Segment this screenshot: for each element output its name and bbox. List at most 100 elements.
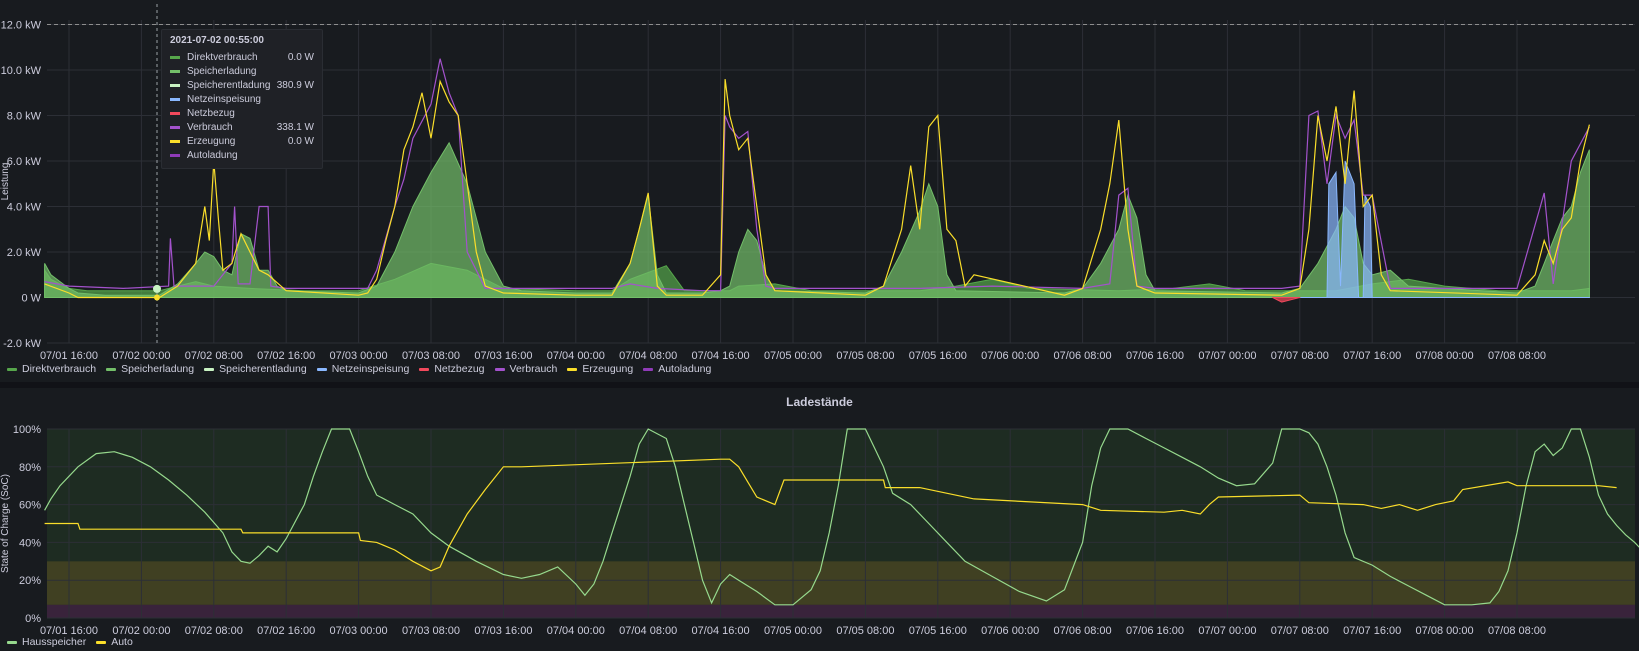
- threshold-band: [47, 429, 1635, 562]
- x-tick-label: 07/04 16:00: [692, 625, 750, 637]
- x-tick-label: 07/02 08:00: [185, 625, 243, 637]
- legend-label: Direktverbrauch: [22, 363, 97, 375]
- legend-item-speicherentladung[interactable]: Speicherentladung: [204, 363, 307, 375]
- x-tick-label: 07/06 00:00: [981, 350, 1039, 362]
- power-panel: 12.0 kW 10.0 kW 8.0 kW 6.0 kW 4.0 kW 2.0 kW 0 …: [0, 0, 1639, 382]
- tooltip-series-value: 338.1 W: [276, 121, 314, 133]
- y-tick-label: 10.0 kW: [1, 65, 42, 77]
- legend-swatch: [7, 367, 17, 371]
- tooltip-swatch: [170, 55, 180, 59]
- tooltip-row: Direktverbrauch 0.0 W: [170, 50, 314, 64]
- power-legend: Direktverbrauch Speicherladung Speicherent…: [7, 363, 711, 375]
- x-tick-label: 07/02 16:00: [257, 625, 315, 637]
- x-tick-label: 07/05 00:00: [764, 625, 822, 637]
- legend-label: Autoladung: [658, 363, 712, 375]
- threshold-band: [47, 561, 1635, 605]
- y-tick-label: 20%: [19, 575, 41, 587]
- tooltip-time: 2021-07-02 00:55:00: [170, 35, 264, 46]
- tooltip-swatch: [170, 125, 180, 129]
- tooltip-row: Verbrauch 338.1 W: [170, 120, 314, 134]
- series-netzbezug-area: [1272, 296, 1301, 303]
- tooltip-series-value: 0.0 W: [287, 135, 314, 147]
- legend-item-auto[interactable]: Auto: [96, 636, 133, 648]
- y-axis-title: State of Charge (SoC): [0, 474, 11, 573]
- soc-chart[interactable]: 100%80%60%40%20%0%07/01 16:00 07/02 00:00…: [0, 388, 1639, 651]
- tooltip-swatch: [170, 111, 180, 115]
- legend-item-verbrauch[interactable]: Verbrauch: [494, 363, 558, 375]
- y-tick-label: 0%: [25, 613, 41, 625]
- legend-label: Speicherentladung: [219, 363, 307, 375]
- x-tick-label: 07/07 08:00: [1271, 350, 1329, 362]
- tooltip-series-name: Autoladung: [187, 149, 238, 161]
- legend-label: Auto: [111, 636, 133, 648]
- y-tick-label: 60%: [19, 500, 41, 512]
- x-tick-label: 07/08 00:00: [1416, 625, 1474, 637]
- y-tick-label: 100%: [13, 424, 41, 436]
- legend-swatch: [7, 640, 17, 644]
- tooltip-swatch: [170, 97, 180, 101]
- tooltip-swatch: [170, 69, 180, 73]
- y-tick-label: 2.0 kW: [7, 247, 42, 259]
- legend-item-netzeinspeisung[interactable]: Netzeinspeisung: [316, 363, 410, 375]
- x-tick-label: 07/06 08:00: [1054, 625, 1112, 637]
- legend-swatch: [494, 367, 505, 371]
- x-tick-label: 07/03 16:00: [474, 350, 532, 362]
- x-tick-label: 07/03 00:00: [330, 350, 388, 362]
- hover-point: [153, 284, 161, 293]
- legend-item-direktverbrauch[interactable]: Direktverbrauch: [7, 363, 96, 375]
- y-tick-label: 0 W: [21, 293, 41, 305]
- x-tick-label: 07/03 08:00: [402, 350, 460, 362]
- tooltip-row: Speicherentladung 380.9 W: [170, 78, 314, 92]
- x-tick-label: 07/08 08:00: [1488, 350, 1546, 362]
- x-tick-label: 07/05 00:00: [764, 350, 822, 362]
- x-tick-label: 07/06 16:00: [1126, 625, 1184, 637]
- tooltip-row: Netzeinspeisung: [170, 92, 314, 106]
- legend-item-netzbezug[interactable]: Netzbezug: [419, 363, 485, 375]
- x-tick-label: 07/06 16:00: [1126, 350, 1184, 362]
- x-tick-label: 07/07 08:00: [1271, 625, 1329, 637]
- tooltip-row: Erzeugung 0.0 W: [170, 134, 314, 148]
- x-tick-label: 07/03 16:00: [474, 625, 532, 637]
- threshold-band: [47, 604, 1635, 618]
- legend-label: Netzeinspeisung: [331, 363, 410, 375]
- legend-swatch: [204, 367, 215, 371]
- y-tick-label: 12.0 kW: [1, 20, 42, 32]
- legend-swatch: [96, 640, 107, 644]
- tooltip-row: Netzbezug: [170, 106, 314, 120]
- x-tick-label: 07/03 00:00: [330, 625, 388, 637]
- x-tick-label: 07/01 16:00: [40, 350, 98, 362]
- legend-swatch: [567, 367, 578, 371]
- legend-item-autoladung[interactable]: Autoladung: [643, 363, 711, 375]
- tooltip-series-name: Speicherentladung: [187, 79, 271, 91]
- x-tick-label: 07/05 08:00: [836, 350, 894, 362]
- x-tick-label: 07/04 08:00: [619, 350, 677, 362]
- chart-tooltip: 2021-07-02 00:55:00 Direktverbrauch 0.0 W…: [161, 29, 323, 169]
- y-tick-label: 40%: [19, 537, 41, 549]
- x-tick-label: 07/03 08:00: [402, 625, 460, 637]
- tooltip-series-name: Netzeinspeisung: [187, 93, 261, 105]
- y-tick-label: 4.0 kW: [7, 202, 42, 214]
- x-tick-label: 07/06 08:00: [1054, 350, 1112, 362]
- legend-label: Verbrauch: [509, 363, 558, 375]
- legend-swatch: [316, 367, 327, 371]
- x-tick-label: 07/04 08:00: [619, 625, 677, 637]
- y-tick-label: -2.0 kW: [3, 338, 42, 350]
- legend-label: Netzbezug: [434, 363, 485, 375]
- tooltip-swatch: [170, 153, 180, 157]
- legend-item-erzeugung[interactable]: Erzeugung: [567, 363, 633, 375]
- y-axis-title: Leistung: [0, 163, 11, 201]
- x-tick-label: 07/04 16:00: [692, 350, 750, 362]
- x-tick-label: 07/02 00:00: [112, 350, 170, 362]
- hover-point: [154, 294, 160, 301]
- x-tick-label: 07/02 08:00: [185, 350, 243, 362]
- legend-item-hausspeicher[interactable]: Hausspeicher: [7, 636, 86, 648]
- tooltip-swatch: [170, 83, 180, 87]
- x-tick-label: 07/06 00:00: [981, 625, 1039, 637]
- legend-swatch: [643, 367, 654, 371]
- legend-label: Speicherladung: [121, 363, 195, 375]
- tooltip-series-name: Verbrauch: [187, 121, 233, 133]
- legend-swatch: [106, 367, 117, 371]
- x-tick-label: 07/04 00:00: [547, 350, 605, 362]
- legend-swatch: [419, 367, 430, 371]
- legend-item-speicherladung[interactable]: Speicherladung: [106, 363, 194, 375]
